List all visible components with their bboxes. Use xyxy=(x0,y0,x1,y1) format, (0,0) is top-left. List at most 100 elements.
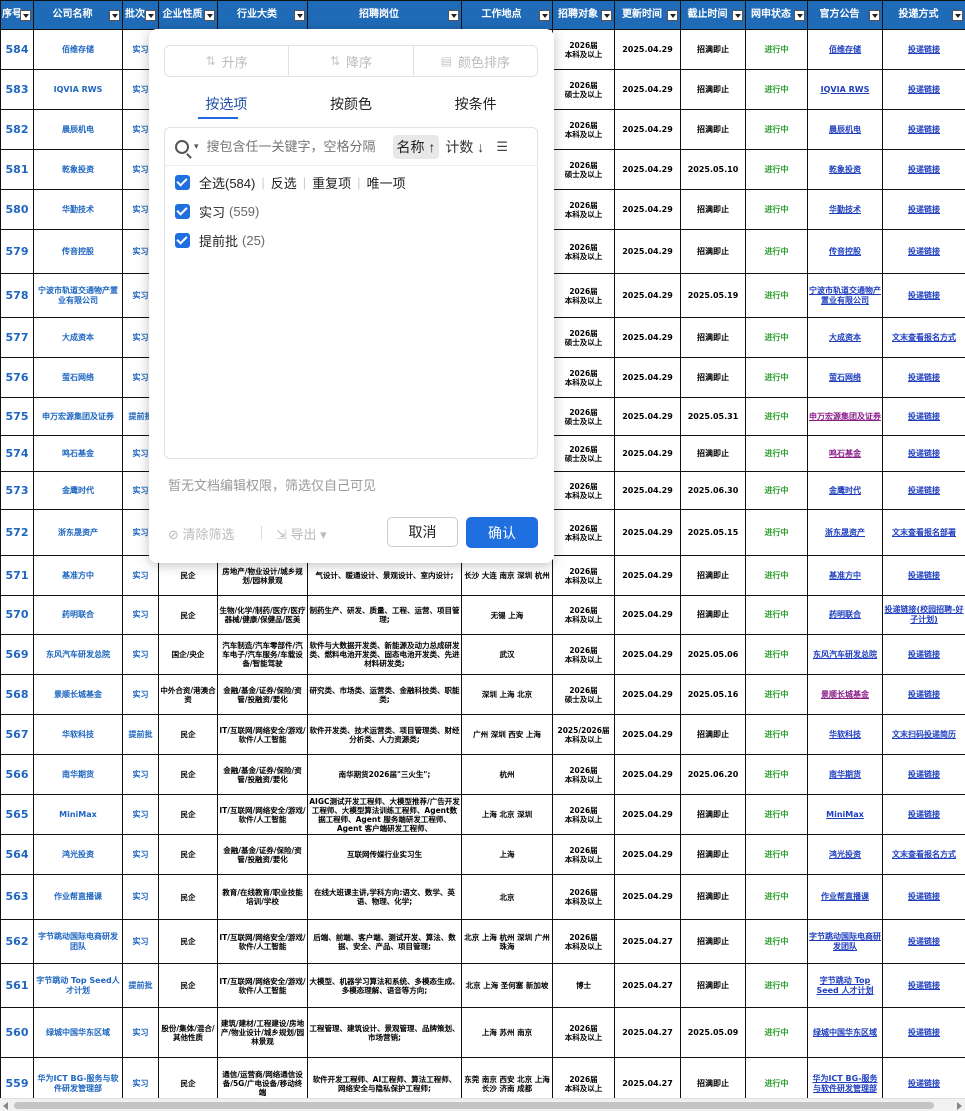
filter-dropdown-icon[interactable] xyxy=(732,10,743,21)
tab-by-condition[interactable]: 按条件 xyxy=(413,93,538,119)
apply-method-cell[interactable]: 投递链接 xyxy=(882,189,965,230)
apply-method-cell[interactable]: 投递链接 xyxy=(882,634,965,675)
company-name-cell[interactable]: 传音控股 xyxy=(33,229,123,274)
target-candidates-cell[interactable]: 2026届 硕士及以上 xyxy=(552,149,615,190)
official-notice-link[interactable]: 佰维存储 xyxy=(829,45,861,54)
work-location-cell[interactable]: 上海 苏州 南京 xyxy=(461,1007,553,1058)
official-notice-link[interactable]: IQVIA RWS xyxy=(821,85,870,94)
row-number-cell[interactable]: 562 xyxy=(0,919,34,964)
apply-method-cell[interactable]: 投递链接 xyxy=(882,794,965,835)
update-date-cell[interactable]: 2025.04.29 xyxy=(614,189,681,230)
official-notice-link[interactable]: 南华期货 xyxy=(829,770,861,779)
apply-method-link[interactable]: 投递链接 xyxy=(908,85,940,94)
update-date-cell[interactable]: 2025.04.29 xyxy=(614,634,681,675)
column-header[interactable]: 网申状态 xyxy=(745,0,808,30)
apply-method-link[interactable]: 投递链接 xyxy=(908,449,940,458)
deadline-cell[interactable]: 2025.06.30 xyxy=(680,471,746,510)
row-number-cell[interactable]: 577 xyxy=(0,317,34,358)
company-name-cell[interactable]: 晨辰机电 xyxy=(33,109,123,150)
application-status-cell[interactable]: 进行中 xyxy=(745,317,808,358)
official-notice-cell[interactable]: 晨辰机电 xyxy=(807,109,883,150)
company-nature-cell[interactable]: 民企 xyxy=(158,754,218,795)
application-status-cell[interactable]: 进行中 xyxy=(745,834,808,875)
apply-method-cell[interactable]: 投递链接 xyxy=(882,149,965,190)
column-header[interactable]: 招聘对象 xyxy=(552,0,615,30)
row-number-cell[interactable]: 574 xyxy=(0,435,34,472)
row-number-cell[interactable]: 579 xyxy=(0,229,34,274)
target-candidates-cell[interactable]: 2026届 本科及以上 xyxy=(552,595,615,635)
company-name-cell[interactable]: 字节跳动 Top Seed人才计划 xyxy=(33,963,123,1008)
company-name-cell[interactable]: 基准方中 xyxy=(33,555,123,596)
application-status-cell[interactable]: 进行中 xyxy=(745,714,808,755)
name-sort-button[interactable]: 名称 ↑ xyxy=(392,134,440,159)
official-notice-link[interactable]: 绿城中国华东区域 xyxy=(813,1028,877,1037)
company-name-cell[interactable]: 东风汽车研发总院 xyxy=(33,634,123,675)
target-candidates-cell[interactable]: 2026届 硕士及以上 xyxy=(552,317,615,358)
filter-dropdown-icon[interactable] xyxy=(952,10,963,21)
column-header[interactable]: 招聘岗位 xyxy=(307,0,462,30)
deadline-cell[interactable]: 2025.06.20 xyxy=(680,754,746,795)
target-candidates-cell[interactable]: 2026届 本科及以上 xyxy=(552,874,615,920)
official-notice-cell[interactable]: 华勤技术 xyxy=(807,189,883,230)
update-date-cell[interactable]: 2025.04.29 xyxy=(614,149,681,190)
positions-cell[interactable]: 在线大班课主讲,学科方向:语文、数学、英语、物理、化学; xyxy=(307,874,462,920)
update-date-cell[interactable]: 2025.04.27 xyxy=(614,1057,681,1098)
column-header[interactable]: 批次 xyxy=(122,0,159,30)
official-notice-link[interactable]: 传音控股 xyxy=(829,247,861,256)
row-number-cell[interactable]: 570 xyxy=(0,595,34,635)
industry-cell[interactable]: IT/互联网/网络安全/游戏/软件/人工智能 xyxy=(217,919,308,964)
official-notice-cell[interactable]: IQVIA RWS xyxy=(807,69,883,110)
column-header[interactable]: 官方公告 xyxy=(807,0,883,30)
target-candidates-cell[interactable]: 2026届 本科及以上 xyxy=(552,109,615,150)
apply-method-link[interactable]: 投递链接 xyxy=(908,373,940,382)
update-date-cell[interactable]: 2025.04.27 xyxy=(614,1007,681,1058)
official-notice-link[interactable]: 基准方中 xyxy=(829,571,861,580)
target-candidates-cell[interactable]: 2026届 本科及以上 xyxy=(552,555,615,596)
scroll-left-arrow-icon[interactable] xyxy=(3,1102,8,1110)
apply-method-link[interactable]: 投递链接 xyxy=(908,1028,940,1037)
duplicates-button[interactable]: 重复项 xyxy=(312,173,351,192)
deadline-cell[interactable]: 招满即止 xyxy=(680,595,746,635)
batch-cell[interactable]: 实习 xyxy=(122,834,159,875)
positions-cell[interactable]: 研究类、市场类、运营类、金融科技类、职能类; xyxy=(307,674,462,715)
update-date-cell[interactable]: 2025.04.29 xyxy=(614,674,681,715)
apply-method-cell[interactable]: 投递链接 xyxy=(882,1057,965,1098)
apply-method-cell[interactable]: 投递链接 xyxy=(882,69,965,110)
target-candidates-cell[interactable]: 博士 xyxy=(552,963,615,1008)
official-notice-link[interactable]: 申万宏源集团及证券 xyxy=(809,412,881,421)
official-notice-link[interactable]: 大成资本 xyxy=(829,333,861,342)
industry-cell[interactable]: 金融/基金/证券/保险/资管/投融资/要化 xyxy=(217,754,308,795)
deadline-cell[interactable]: 招满即止 xyxy=(680,189,746,230)
column-header[interactable]: 更新时间 xyxy=(614,0,681,30)
tab-by-color[interactable]: 按颜色 xyxy=(289,93,414,119)
update-date-cell[interactable]: 2025.04.29 xyxy=(614,471,681,510)
official-notice-link[interactable]: 宁波市轨道交通物产置业有限公司 xyxy=(809,286,881,305)
deadline-cell[interactable]: 2025.05.09 xyxy=(680,1007,746,1058)
company-name-cell[interactable]: 乾象投资 xyxy=(33,149,123,190)
apply-method-cell[interactable]: 投递链接 xyxy=(882,29,965,70)
target-candidates-cell[interactable]: 2026届 本科及以上 xyxy=(552,919,615,964)
column-header[interactable]: 截止时间 xyxy=(680,0,746,30)
application-status-cell[interactable]: 进行中 xyxy=(745,357,808,398)
count-sort-button[interactable]: 计数 ↓ xyxy=(445,137,484,157)
company-name-cell[interactable]: IQVIA RWS xyxy=(33,69,123,110)
application-status-cell[interactable]: 进行中 xyxy=(745,109,808,150)
target-candidates-cell[interactable]: 2025/2026届 本科及以上 xyxy=(552,714,615,755)
deadline-cell[interactable]: 招满即止 xyxy=(680,794,746,835)
company-name-cell[interactable]: 鸣石基金 xyxy=(33,435,123,472)
select-all-label[interactable]: 全选(584) xyxy=(199,173,255,192)
row-number-cell[interactable]: 564 xyxy=(0,834,34,875)
row-number-cell[interactable]: 573 xyxy=(0,471,34,510)
application-status-cell[interactable]: 进行中 xyxy=(745,435,808,472)
positions-cell[interactable]: AIGC测试开发工程师、大模型推荐/广告开发工程师、大模型算法训练工程师、Age… xyxy=(307,794,462,835)
work-location-cell[interactable]: 北京 上海 杭州 深圳 广州 珠海 xyxy=(461,919,553,964)
row-number-cell[interactable]: 584 xyxy=(0,29,34,70)
application-status-cell[interactable]: 进行中 xyxy=(745,754,808,795)
update-date-cell[interactable]: 2025.04.29 xyxy=(614,317,681,358)
company-name-cell[interactable]: 药明联合 xyxy=(33,595,123,635)
application-status-cell[interactable]: 进行中 xyxy=(745,963,808,1008)
application-status-cell[interactable]: 进行中 xyxy=(745,229,808,274)
company-name-cell[interactable]: 华为ICT BG-服务与软件研发管理部 xyxy=(33,1057,123,1098)
official-notice-link[interactable]: 鸣石基金 xyxy=(829,449,861,458)
deadline-cell[interactable]: 招满即止 xyxy=(680,357,746,398)
